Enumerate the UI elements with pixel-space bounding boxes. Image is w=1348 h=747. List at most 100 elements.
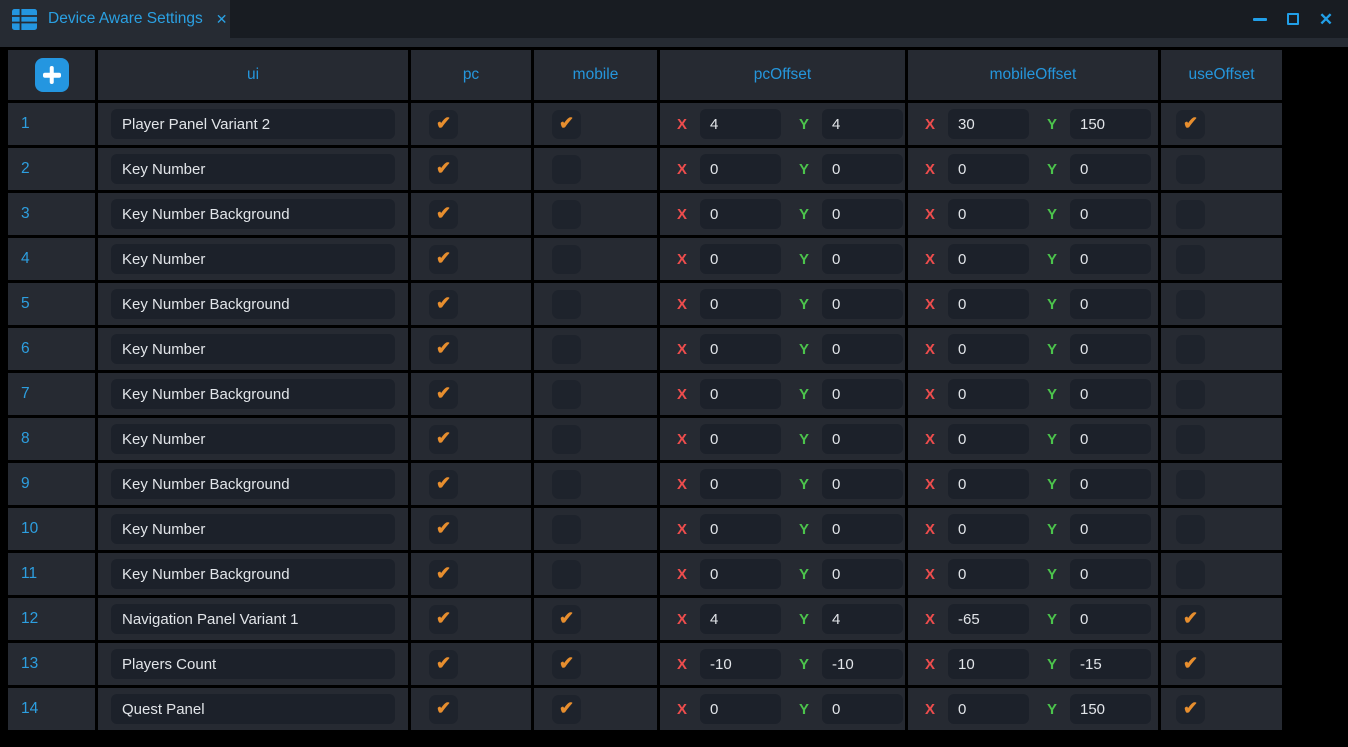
- mobile-checkbox[interactable]: ✔: [552, 110, 581, 139]
- pc-checkbox[interactable]: ✔: [429, 380, 458, 409]
- pc-offset-x-input[interactable]: [700, 334, 781, 364]
- pc-checkbox[interactable]: ✔: [429, 560, 458, 589]
- pc-offset-y-input[interactable]: [822, 334, 903, 364]
- mobile-offset-y-input[interactable]: [1070, 289, 1151, 319]
- pc-offset-y-input[interactable]: [822, 154, 903, 184]
- mobile-offset-y-input[interactable]: [1070, 424, 1151, 454]
- use-offset-checkbox[interactable]: ✔: [1176, 245, 1205, 274]
- mobile-offset-x-input[interactable]: [948, 154, 1029, 184]
- mobile-offset-x-input[interactable]: [948, 514, 1029, 544]
- mobile-offset-y-input[interactable]: [1070, 379, 1151, 409]
- use-offset-checkbox[interactable]: ✔: [1176, 290, 1205, 319]
- mobile-checkbox[interactable]: ✔: [552, 425, 581, 454]
- mobile-offset-x-input[interactable]: [948, 379, 1029, 409]
- use-offset-checkbox[interactable]: ✔: [1176, 650, 1205, 679]
- tab-close-icon[interactable]: ✕: [216, 12, 228, 26]
- mobile-checkbox[interactable]: ✔: [552, 560, 581, 589]
- use-offset-checkbox[interactable]: ✔: [1176, 605, 1205, 634]
- use-offset-checkbox[interactable]: ✔: [1176, 695, 1205, 724]
- pc-offset-x-input[interactable]: [700, 559, 781, 589]
- pc-checkbox[interactable]: ✔: [429, 290, 458, 319]
- mobile-offset-x-input[interactable]: [948, 289, 1029, 319]
- minimize-button[interactable]: [1252, 11, 1268, 27]
- mobile-checkbox[interactable]: ✔: [552, 245, 581, 274]
- mobile-checkbox[interactable]: ✔: [552, 470, 581, 499]
- mobile-offset-x-input[interactable]: [948, 244, 1029, 274]
- use-offset-checkbox[interactable]: ✔: [1176, 560, 1205, 589]
- mobile-offset-y-input[interactable]: [1070, 694, 1151, 724]
- mobile-checkbox[interactable]: ✔: [552, 290, 581, 319]
- pc-offset-x-input[interactable]: [700, 469, 781, 499]
- mobile-offset-x-input[interactable]: [948, 334, 1029, 364]
- mobile-offset-y-input[interactable]: [1070, 604, 1151, 634]
- pc-offset-x-input[interactable]: [700, 199, 781, 229]
- mobile-offset-y-input[interactable]: [1070, 334, 1151, 364]
- pc-offset-y-input[interactable]: [822, 244, 903, 274]
- mobile-checkbox[interactable]: ✔: [552, 155, 581, 184]
- ui-name-input[interactable]: [111, 109, 395, 139]
- pc-offset-x-input[interactable]: [700, 514, 781, 544]
- mobile-offset-x-input[interactable]: [948, 694, 1029, 724]
- pc-checkbox[interactable]: ✔: [429, 245, 458, 274]
- pc-offset-x-input[interactable]: [700, 694, 781, 724]
- mobile-offset-y-input[interactable]: [1070, 199, 1151, 229]
- use-offset-checkbox[interactable]: ✔: [1176, 200, 1205, 229]
- mobile-checkbox[interactable]: ✔: [552, 605, 581, 634]
- mobile-offset-y-input[interactable]: [1070, 244, 1151, 274]
- pc-offset-x-input[interactable]: [700, 244, 781, 274]
- pc-offset-y-input[interactable]: [822, 604, 903, 634]
- pc-checkbox[interactable]: ✔: [429, 155, 458, 184]
- pc-offset-y-input[interactable]: [822, 469, 903, 499]
- pc-offset-y-input[interactable]: [822, 109, 903, 139]
- ui-name-input[interactable]: [111, 514, 395, 544]
- ui-name-input[interactable]: [111, 694, 395, 724]
- pc-offset-x-input[interactable]: [700, 109, 781, 139]
- ui-name-input[interactable]: [111, 469, 395, 499]
- ui-name-input[interactable]: [111, 379, 395, 409]
- pc-offset-x-input[interactable]: [700, 154, 781, 184]
- pc-checkbox[interactable]: ✔: [429, 515, 458, 544]
- pc-checkbox[interactable]: ✔: [429, 470, 458, 499]
- pc-offset-y-input[interactable]: [822, 694, 903, 724]
- pc-offset-y-input[interactable]: [822, 289, 903, 319]
- pc-checkbox[interactable]: ✔: [429, 200, 458, 229]
- ui-name-input[interactable]: [111, 244, 395, 274]
- use-offset-checkbox[interactable]: ✔: [1176, 470, 1205, 499]
- mobile-checkbox[interactable]: ✔: [552, 335, 581, 364]
- use-offset-checkbox[interactable]: ✔: [1176, 155, 1205, 184]
- ui-name-input[interactable]: [111, 604, 395, 634]
- mobile-offset-x-input[interactable]: [948, 109, 1029, 139]
- mobile-offset-y-input[interactable]: [1070, 559, 1151, 589]
- ui-name-input[interactable]: [111, 424, 395, 454]
- ui-name-input[interactable]: [111, 559, 395, 589]
- ui-name-input[interactable]: [111, 199, 395, 229]
- pc-offset-y-input[interactable]: [822, 379, 903, 409]
- use-offset-checkbox[interactable]: ✔: [1176, 515, 1205, 544]
- use-offset-checkbox[interactable]: ✔: [1176, 110, 1205, 139]
- pc-offset-x-input[interactable]: [700, 424, 781, 454]
- mobile-offset-x-input[interactable]: [948, 199, 1029, 229]
- pc-offset-y-input[interactable]: [822, 514, 903, 544]
- pc-checkbox[interactable]: ✔: [429, 335, 458, 364]
- mobile-offset-y-input[interactable]: [1070, 154, 1151, 184]
- maximize-button[interactable]: [1285, 11, 1301, 27]
- add-row-button[interactable]: [35, 58, 69, 92]
- mobile-checkbox[interactable]: ✔: [552, 200, 581, 229]
- mobile-checkbox[interactable]: ✔: [552, 380, 581, 409]
- mobile-offset-x-input[interactable]: [948, 559, 1029, 589]
- ui-name-input[interactable]: [111, 334, 395, 364]
- pc-offset-y-input[interactable]: [822, 559, 903, 589]
- pc-offset-y-input[interactable]: [822, 649, 903, 679]
- mobile-offset-y-input[interactable]: [1070, 649, 1151, 679]
- pc-offset-y-input[interactable]: [822, 199, 903, 229]
- mobile-offset-x-input[interactable]: [948, 604, 1029, 634]
- pc-offset-y-input[interactable]: [822, 424, 903, 454]
- mobile-offset-y-input[interactable]: [1070, 109, 1151, 139]
- ui-name-input[interactable]: [111, 649, 395, 679]
- use-offset-checkbox[interactable]: ✔: [1176, 425, 1205, 454]
- ui-name-input[interactable]: [111, 289, 395, 319]
- tab-device-aware-settings[interactable]: Device Aware Settings ✕: [0, 0, 230, 38]
- pc-checkbox[interactable]: ✔: [429, 605, 458, 634]
- mobile-offset-x-input[interactable]: [948, 649, 1029, 679]
- pc-offset-x-input[interactable]: [700, 379, 781, 409]
